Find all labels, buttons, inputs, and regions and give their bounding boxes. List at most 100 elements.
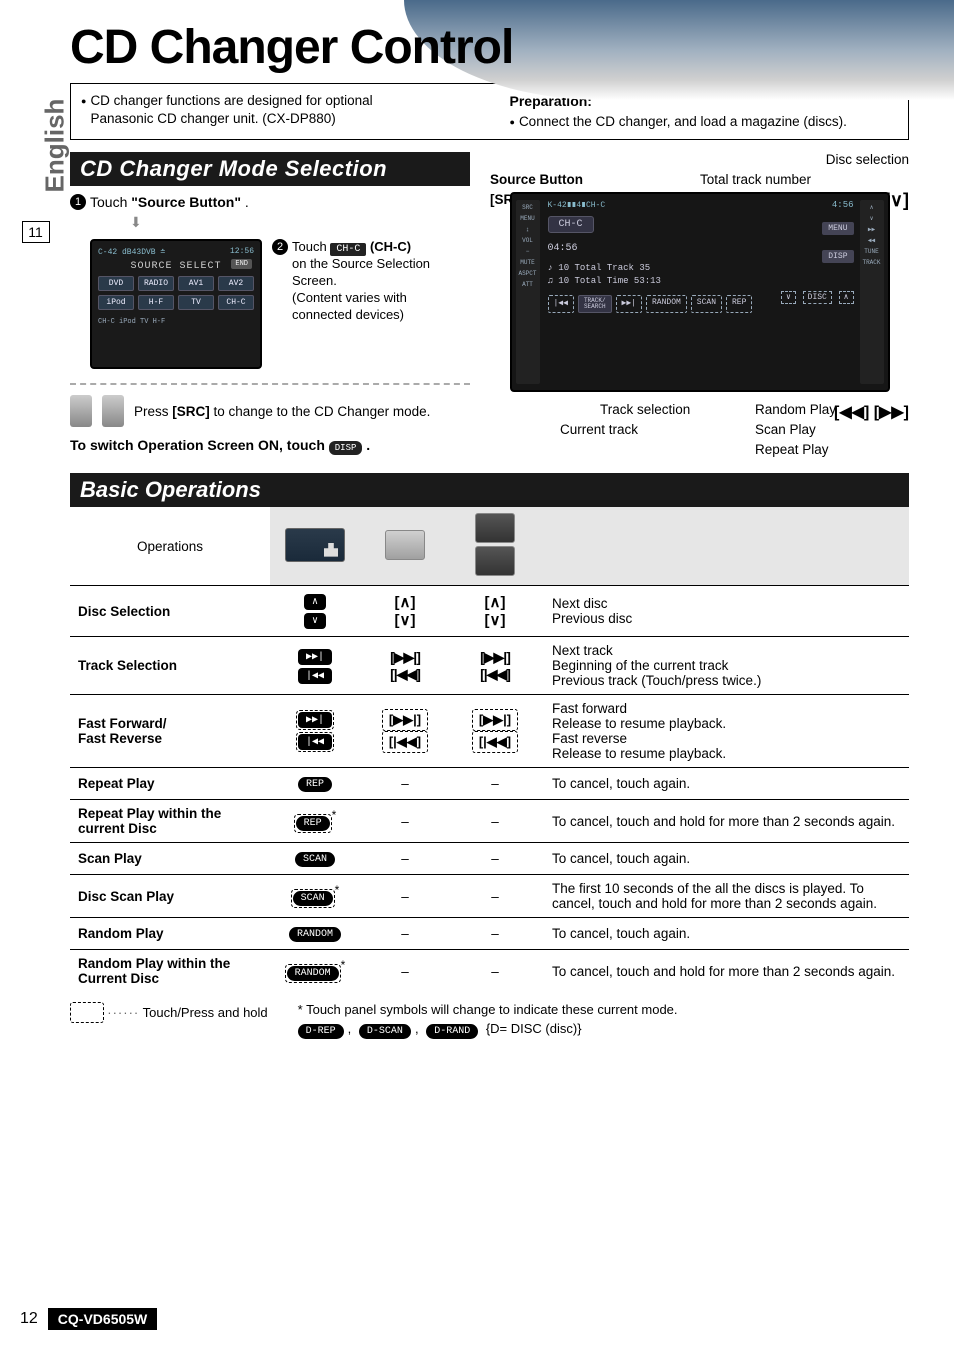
op-fast-l1: Fast Forward/	[78, 716, 167, 731]
dash: –	[450, 843, 540, 875]
rem2-up: [∧]	[485, 594, 506, 611]
star: *	[335, 883, 340, 897]
step2-chc-chip: CH-C	[330, 243, 366, 256]
bs-scan-btn[interactable]: SCAN	[691, 295, 722, 313]
remote-c: to change to the CD Changer mode.	[214, 404, 431, 419]
side-btn[interactable]: −	[516, 248, 540, 255]
step2-l3: (Content varies with connected devices)	[292, 290, 407, 322]
bs-random-btn[interactable]: RANDOM	[646, 295, 687, 313]
dash: –	[360, 950, 450, 993]
desc: To cancel, touch again.	[540, 843, 909, 875]
chips-suffix: {D= DISC (disc)}	[486, 1021, 582, 1036]
drand-chip: D-RAND	[426, 1024, 478, 1039]
remote-icon	[475, 513, 515, 543]
step2-a: Touch	[292, 239, 330, 254]
ann-scan-play: Scan Play	[755, 422, 816, 437]
src-chc[interactable]: CH-C	[218, 295, 254, 310]
bs-rep-btn[interactable]: REP	[726, 295, 752, 313]
side-btn[interactable]: ◀◀	[860, 237, 884, 244]
model-badge: CQ-VD6505W	[48, 1308, 157, 1330]
bs-next-btn[interactable]: ▶▶|	[616, 295, 642, 313]
side-btn[interactable]: TRACK	[860, 259, 884, 266]
bs-elapsed-time: 04:56	[548, 243, 852, 254]
desc-l3: Fast reverse	[552, 731, 901, 746]
desc: To cancel, touch again.	[540, 918, 909, 950]
ann-total-track-number: Total track number	[700, 172, 811, 187]
remote-icon	[475, 546, 515, 576]
src-ipod[interactable]: iPod	[98, 295, 134, 310]
src-hf[interactable]: H-F	[138, 295, 174, 310]
rem1-next: [▶▶|]	[390, 649, 420, 665]
bs-disp-btn[interactable]: DISP	[822, 250, 853, 263]
side-btn[interactable]: MENU	[516, 215, 540, 222]
col-description	[540, 507, 909, 586]
hold-label: Touch/Press and hold	[143, 1005, 268, 1020]
op-fast-l2: Fast Reverse	[78, 731, 162, 746]
section-mode-selection: CD Changer Mode Selection	[70, 152, 470, 186]
step-number-1-icon: 1	[70, 194, 86, 210]
side-btn[interactable]: ASPCT	[516, 270, 540, 277]
page-title: CD Changer Control	[70, 20, 909, 75]
side-btn[interactable]: ATT	[516, 281, 540, 288]
drep-chip: D-REP	[298, 1024, 344, 1039]
dashed-separator	[70, 383, 470, 385]
desc: To cancel, touch again.	[540, 768, 909, 800]
dash: –	[450, 950, 540, 993]
desc-l1: Fast forward	[552, 701, 901, 716]
side-btn[interactable]: ∨	[860, 215, 884, 222]
desc: To cancel, touch and hold for more than …	[540, 950, 909, 993]
src-tv[interactable]: TV	[178, 295, 214, 310]
bs-disc-up[interactable]: ∧	[839, 291, 854, 304]
bs-prev-btn[interactable]: |◀◀	[548, 295, 574, 313]
side-btn[interactable]: VOL	[516, 237, 540, 244]
src-av2[interactable]: AV2	[218, 276, 254, 291]
rem2-fr-hold: [|◀◀]	[472, 731, 518, 753]
down-arrow-icon: ⬇	[130, 214, 470, 231]
step1-c: .	[245, 194, 249, 210]
table-footnote: ······ Touch/Press and hold * Touch pane…	[70, 1002, 909, 1040]
foot-note: * Touch panel symbols will change to ind…	[298, 1002, 909, 1017]
desc-l3: Previous track (Touch/press twice.)	[552, 673, 901, 688]
step-2-text: Touch CH-C (CH-C) on the Source Selectio…	[292, 239, 470, 324]
screen-end-button[interactable]: END	[231, 259, 252, 269]
op-track-selection: Track Selection	[70, 637, 270, 695]
bs-disc-control: ∨ DISC ∧	[779, 292, 853, 302]
rem1-ff-hold: [▶▶|]	[382, 709, 428, 731]
side-btn[interactable]: SRC	[516, 204, 540, 211]
remote-b: [SRC]	[172, 404, 210, 419]
desc-l2: Beginning of the current track	[552, 658, 901, 673]
rem1-down: [∨]	[395, 612, 416, 629]
step1-b: "Source Button"	[131, 194, 241, 210]
dash: –	[450, 918, 540, 950]
screen-status-left: C-42 dB43DVB ≐	[98, 247, 165, 257]
bs-tracksearch-btn[interactable]: TRACK/ SEARCH	[578, 295, 612, 313]
ann-random-play: Random Play	[755, 402, 836, 417]
dash: –	[450, 768, 540, 800]
bs-disc-down[interactable]: ∨	[781, 291, 796, 304]
side-btn[interactable]: ∧	[860, 204, 884, 211]
scan-hold-chip: SCAN	[291, 889, 335, 908]
side-index-box: 11	[22, 221, 50, 243]
col-remote1-icon	[360, 507, 450, 586]
remote-instruction: Press [SRC] to change to the CD Changer …	[70, 395, 470, 427]
remote-icon	[102, 395, 124, 427]
disp-instruction: To switch Operation Screen ON, touch DIS…	[70, 437, 470, 453]
op-repeat-disc: Repeat Play within the current Disc	[70, 800, 270, 843]
step2-b: (CH-C)	[370, 239, 411, 254]
src-av1[interactable]: AV1	[178, 276, 214, 291]
side-btn[interactable]: ▶▶	[860, 226, 884, 233]
rem1-prev: [|◀◀]	[390, 666, 420, 682]
side-btn[interactable]: ↨	[516, 226, 540, 233]
src-dvd[interactable]: DVD	[98, 276, 134, 291]
bs-menu-btn[interactable]: MENU	[822, 222, 853, 235]
rem1-fr-hold: [|◀◀]	[382, 731, 428, 753]
desc-l2: Release to resume playback.	[552, 716, 901, 731]
remote-a: Press	[134, 404, 172, 419]
src-radio[interactable]: RADIO	[138, 276, 174, 291]
rem2-down: [∨]	[485, 612, 506, 629]
side-btn[interactable]: MUTE	[516, 259, 540, 266]
touchscreen-icon	[285, 528, 345, 562]
ann-track-selection: Track selection	[600, 402, 690, 417]
desc: The first 10 seconds of the all the disc…	[540, 875, 909, 918]
side-btn[interactable]: TUNE	[860, 248, 884, 255]
